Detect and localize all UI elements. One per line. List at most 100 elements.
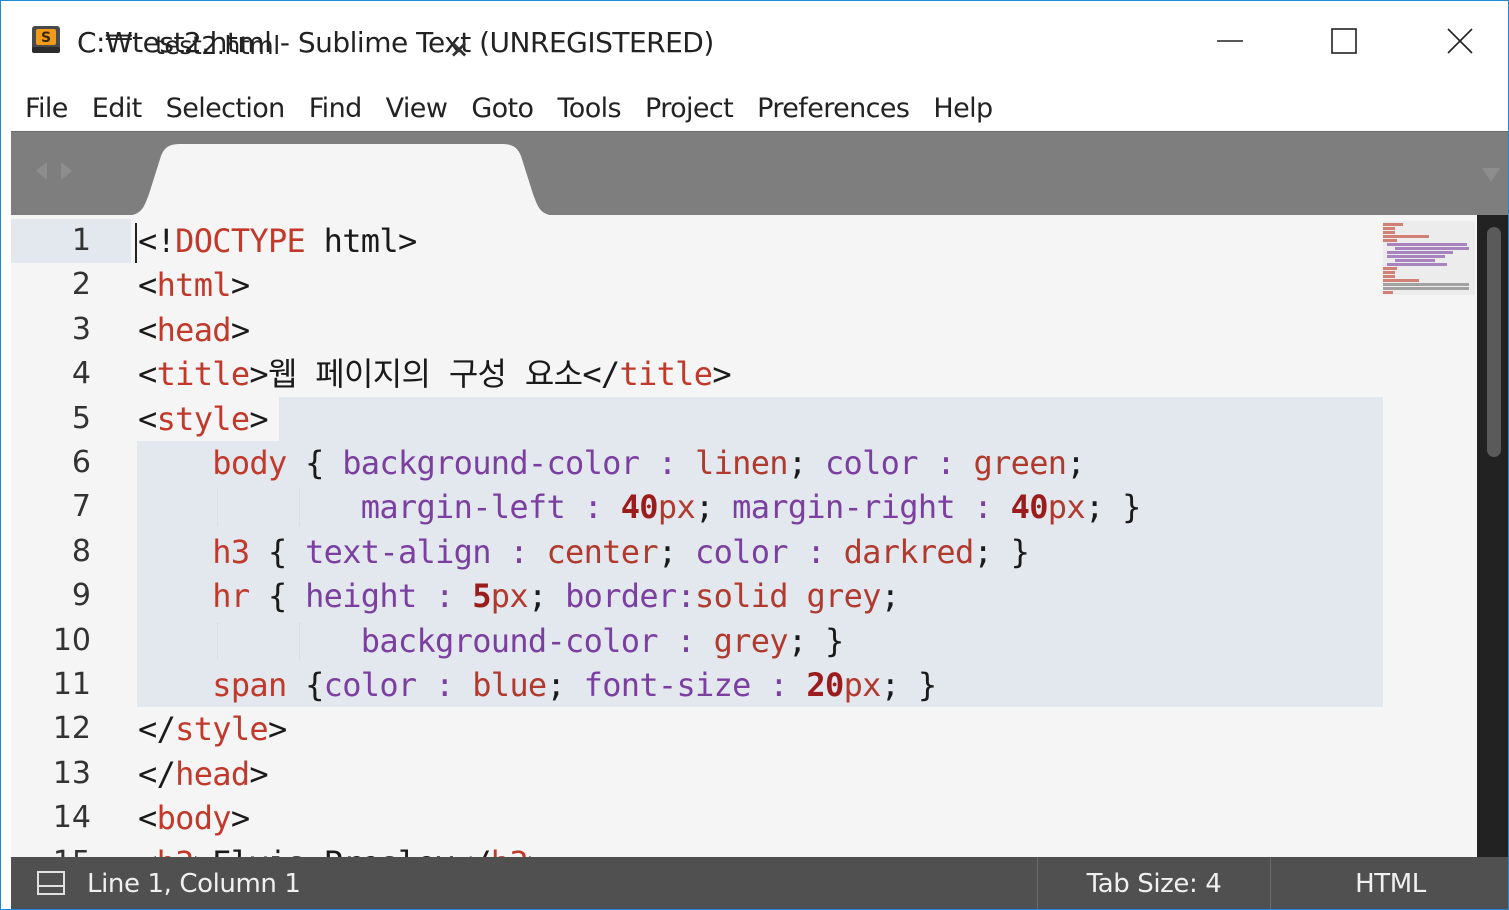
maximize-icon	[1331, 28, 1357, 54]
menu-edit[interactable]: Edit	[80, 93, 154, 124]
code-token: linen	[695, 444, 789, 482]
tab-nav-arrows[interactable]	[33, 160, 75, 182]
code-token: px	[657, 488, 696, 527]
code-token: solid grey	[695, 577, 881, 616]
code-token: color	[323, 666, 418, 704]
code-token: body	[156, 799, 232, 838]
code-token: <	[138, 844, 157, 857]
code-token: ; }	[880, 666, 937, 704]
tab-close-icon[interactable]: ×	[449, 35, 469, 63]
chevron-right-icon[interactable]	[57, 160, 75, 182]
code-line: h3 { text-align : center; color : darkre…	[138, 530, 1030, 574]
code-token: :	[954, 488, 1011, 527]
code-token: ;	[787, 444, 825, 482]
code-token: h3	[157, 844, 195, 857]
code-token: ; }	[973, 532, 1030, 571]
maximize-button[interactable]	[1299, 11, 1389, 71]
code-token: title	[619, 355, 713, 394]
code-token: body	[212, 444, 287, 482]
code-token: color	[824, 444, 919, 482]
code-token: :	[917, 444, 974, 482]
close-window-button[interactable]	[1415, 11, 1505, 71]
code-line: body { background-color : linen; color :…	[138, 441, 1085, 485]
minimize-icon	[1217, 40, 1243, 42]
syntax-selector[interactable]: HTML	[1273, 857, 1508, 909]
code-token: html>	[305, 222, 418, 260]
code-token: font-size	[583, 666, 752, 704]
line-number: 9	[71, 578, 91, 614]
code-token: ;	[657, 532, 696, 571]
code-editor[interactable]: 123456789101112131415 <!DOCTYPE html><ht…	[11, 215, 1477, 857]
code-token: grey	[713, 621, 789, 660]
panel-toggle-icon[interactable]	[37, 871, 65, 895]
line-number: 13	[52, 755, 91, 791]
minimize-button[interactable]	[1185, 11, 1275, 71]
code-token: height	[305, 577, 417, 616]
code-token: background-color	[360, 621, 659, 660]
code-token: :	[565, 488, 621, 527]
code-token: </	[138, 710, 176, 749]
line-number-gutter: 123456789101112131415	[11, 215, 121, 857]
menu-file[interactable]: File	[13, 93, 80, 124]
code-token: <	[138, 266, 157, 305]
code-token: <	[138, 399, 157, 438]
code-line: <head>	[138, 308, 250, 352]
code-token: :	[750, 666, 807, 704]
menu-selection[interactable]: Selection	[154, 93, 297, 124]
code-token: :	[490, 532, 547, 571]
tab-dropdown-icon[interactable]	[1480, 164, 1502, 186]
code-token: ;	[1066, 444, 1085, 482]
menu-help[interactable]: Help	[921, 93, 1004, 124]
code-token: head	[156, 310, 232, 349]
code-token: >	[528, 844, 547, 857]
code-token: </	[138, 754, 176, 793]
line-number: 4	[71, 356, 91, 392]
line-number: 12	[52, 711, 91, 747]
code-line: <!DOCTYPE html>	[138, 219, 417, 263]
code-token: >Elvis Presley</	[194, 844, 492, 857]
code-token: {	[286, 444, 343, 482]
code-token: {	[249, 532, 306, 571]
menu-project[interactable]: Project	[633, 93, 745, 124]
code-token: 20	[806, 666, 844, 704]
code-token: style	[156, 399, 251, 438]
status-bar: Line 1, Column 1 Tab Size: 4 HTML	[11, 857, 1508, 909]
code-token: >웹 페이지의 구성 요소</	[249, 355, 620, 394]
code-token: {	[286, 666, 324, 704]
code-token: text-align	[305, 532, 491, 571]
code-token: ;	[880, 577, 900, 616]
code-token: >	[267, 710, 287, 749]
code-token: ; }	[787, 621, 844, 660]
code-token: margin-left	[360, 488, 566, 527]
code-token: hr	[212, 577, 250, 616]
tab-test2-html[interactable]: test2.html	[155, 31, 280, 60]
indent-guide	[217, 489, 218, 526]
code-token: :	[657, 621, 714, 660]
code-token: html	[156, 266, 232, 305]
menu-find[interactable]: Find	[297, 93, 374, 124]
chevron-left-icon[interactable]	[33, 160, 51, 182]
code-token: >	[230, 310, 250, 349]
code-token: style	[175, 710, 269, 749]
menu-view[interactable]: View	[374, 93, 460, 124]
menu-preferences[interactable]: Preferences	[745, 93, 921, 124]
text-cursor	[135, 223, 137, 263]
menu-goto[interactable]: Goto	[459, 93, 545, 124]
code-token: <	[138, 310, 157, 349]
code-token: span	[212, 666, 287, 704]
tab-size-selector[interactable]: Tab Size: 4	[1037, 857, 1271, 909]
code-token: <	[138, 355, 157, 394]
minimap[interactable]	[1383, 221, 1475, 295]
code-line: </style>	[138, 707, 287, 751]
code-token: 40	[1010, 488, 1049, 527]
indent-guide	[217, 622, 218, 659]
menu-tools[interactable]: Tools	[545, 93, 633, 124]
code-token: px	[490, 577, 529, 616]
indent-guide	[299, 622, 300, 659]
scrollbar-thumb[interactable]	[1487, 227, 1501, 457]
code-token: <	[138, 799, 157, 838]
code-token: margin-right	[732, 488, 955, 527]
